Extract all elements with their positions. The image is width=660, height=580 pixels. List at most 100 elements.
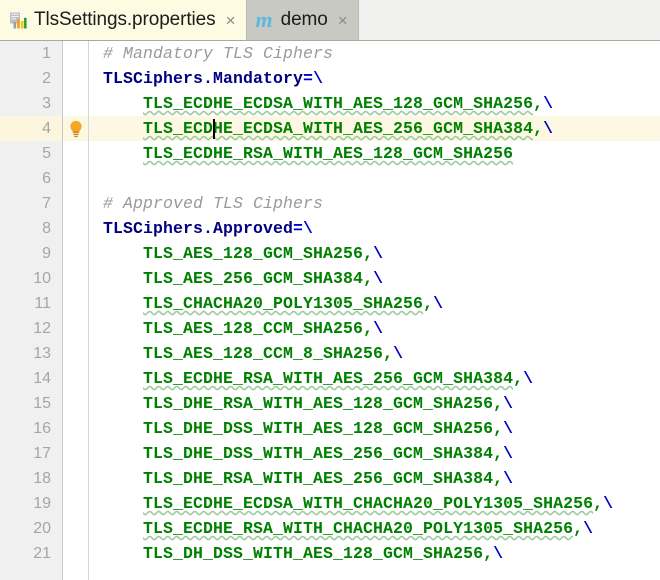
code-content-area[interactable]: # Mandatory TLS Ciphers TLSCiphers.Mandat… <box>89 41 660 580</box>
cipher-value-token: TLS_AES_128_CCM_SHA256 <box>143 319 364 338</box>
line-number: 8 <box>42 220 51 237</box>
gutter-marker-slot <box>63 141 88 166</box>
gutter-marker-slot <box>63 366 88 391</box>
cipher-value-token: TLS_AES_256_GCM_SHA384 <box>143 269 364 288</box>
tab-bar-filler <box>358 0 660 40</box>
code-line[interactable]: TLS_CHACHA20_POLY1305_SHA256,\ <box>89 291 660 316</box>
line-continuation-token: \ <box>503 444 514 463</box>
assign-operator-token: = <box>293 219 304 238</box>
code-line[interactable]: TLS_ECDHE_ECDSA_WITH_AES_128_GCM_SHA256,… <box>89 91 660 116</box>
comment-token: # Approved TLS Ciphers <box>103 194 324 213</box>
line-continuation-token: \ <box>493 544 504 563</box>
gutter-marker-slot <box>63 216 88 241</box>
gutter-marker-slot <box>63 66 88 91</box>
gutter-marker-slot <box>63 191 88 216</box>
cipher-value-token: TLS_DHE_DSS_WITH_AES_256_GCM_SHA384 <box>143 444 494 463</box>
code-line[interactable]: TLS_AES_128_CCM_SHA256,\ <box>89 316 660 341</box>
line-number: 16 <box>33 420 51 437</box>
code-line[interactable]: TLS_ECDHE_RSA_WITH_AES_128_GCM_SHA256 <box>89 141 660 166</box>
property-key-token: TLSCiphers.Approved <box>103 219 294 238</box>
code-line[interactable]: TLS_AES_128_GCM_SHA256,\ <box>89 241 660 266</box>
code-line[interactable]: TLSCiphers.Approved=\ <box>89 216 660 241</box>
code-line[interactable]: TLS_AES_128_CCM_8_SHA256,\ <box>89 341 660 366</box>
gutter-marker-slot <box>63 41 88 66</box>
comma-token: , <box>513 369 524 388</box>
comma-token: , <box>493 469 504 488</box>
line-continuation-token: \ <box>303 219 314 238</box>
comma-token: , <box>533 94 544 113</box>
line-number: 1 <box>42 45 51 62</box>
line-number: 5 <box>42 145 51 162</box>
line-number: 20 <box>33 520 51 537</box>
comma-token: , <box>593 494 604 513</box>
tab-label: demo <box>280 9 328 30</box>
code-line[interactable]: TLSCiphers.Mandatory=\ <box>89 66 660 91</box>
cipher-value-token: TLS_ECDHE_RSA_WITH_CHACHA20_POLY1305_SHA… <box>143 519 574 538</box>
comma-token: , <box>423 294 434 313</box>
code-line[interactable]: TLS_ECDHE_RSA_WITH_AES_256_GCM_SHA384,\ <box>89 366 660 391</box>
line-continuation-token: \ <box>543 119 554 138</box>
cipher-value-token: TLS_DHE_DSS_WITH_AES_128_GCM_SHA256 <box>143 419 494 438</box>
comma-token: , <box>483 544 494 563</box>
line-continuation-token: \ <box>373 319 384 338</box>
gutter-marker-slot <box>63 541 88 566</box>
cipher-value-token: TLS_CHACHA20_POLY1305_SHA256 <box>143 294 424 313</box>
code-line[interactable]: TLS_ECDHE_ECDSA_WITH_AES_256_GCM_SHA384,… <box>89 116 660 141</box>
line-continuation-token: \ <box>583 519 594 538</box>
comma-token: , <box>493 419 504 438</box>
line-number-gutter[interactable]: 1 2 3 4 5 6 7 8 9 10 11 12 13 14 15 16 17 18 19 20 21 <box>0 41 63 580</box>
line-continuation-token: \ <box>503 394 514 413</box>
code-line[interactable]: # Mandatory TLS Ciphers <box>89 41 660 66</box>
tab-tlssettings-properties[interactable]: TlsSettings.properties × <box>0 0 247 40</box>
code-line[interactable]: TLS_DHE_DSS_WITH_AES_256_GCM_SHA384,\ <box>89 441 660 466</box>
cipher-value-token: TLS_DHE_RSA_WITH_AES_256_GCM_SHA384 <box>143 469 494 488</box>
comma-token: , <box>383 344 394 363</box>
gutter-marker-slot <box>63 291 88 316</box>
cipher-value-token: TLS_ECDHE_ECDSA_WITH_AES_256_GCM_SHA384 <box>143 119 534 138</box>
gutter-marker-slot <box>63 416 88 441</box>
line-continuation-token: \ <box>373 269 384 288</box>
code-editor[interactable]: 1 2 3 4 5 6 7 8 9 10 11 12 13 14 15 16 17 18 19 20 21 # Mand… <box>0 41 660 580</box>
close-icon[interactable]: × <box>338 12 348 29</box>
gutter-marker-slot <box>63 391 88 416</box>
line-number: 10 <box>33 270 51 287</box>
code-line[interactable]: TLS_AES_256_GCM_SHA384,\ <box>89 266 660 291</box>
gutter-marker-slot <box>63 466 88 491</box>
code-line[interactable]: TLS_DH_DSS_WITH_AES_128_GCM_SHA256,\ <box>89 541 660 566</box>
cipher-value-token: TLS_AES_128_GCM_SHA256 <box>143 244 364 263</box>
line-number: 3 <box>42 95 51 112</box>
lightbulb-icon[interactable] <box>67 119 85 139</box>
code-line[interactable] <box>89 166 660 191</box>
line-number: 7 <box>42 195 51 212</box>
comma-token: , <box>493 444 504 463</box>
line-number: 9 <box>42 245 51 262</box>
line-number: 21 <box>33 545 51 562</box>
code-line[interactable]: TLS_DHE_DSS_WITH_AES_128_GCM_SHA256,\ <box>89 416 660 441</box>
cipher-value-token: TLS_DH_DSS_WITH_AES_128_GCM_SHA256 <box>143 544 484 563</box>
line-number: 6 <box>42 170 51 187</box>
gutter-marker-slot <box>63 441 88 466</box>
cipher-value-token: TLS_AES_128_CCM_8_SHA256 <box>143 344 384 363</box>
editor-tab-bar: TlsSettings.properties × m demo × <box>0 0 660 41</box>
code-line[interactable]: TLS_DHE_RSA_WITH_AES_256_GCM_SHA384,\ <box>89 466 660 491</box>
line-continuation-token: \ <box>543 94 554 113</box>
gutter-marker-slot <box>63 166 88 191</box>
gutter-marker-slot <box>63 316 88 341</box>
line-number: 15 <box>33 395 51 412</box>
code-line[interactable]: TLS_ECDHE_RSA_WITH_CHACHA20_POLY1305_SHA… <box>89 516 660 541</box>
line-continuation-token: \ <box>523 369 534 388</box>
code-line[interactable]: # Approved TLS Ciphers <box>89 191 660 216</box>
line-number: 17 <box>33 445 51 462</box>
gutter-marker-slot <box>63 491 88 516</box>
cipher-value-token: TLS_ECDHE_RSA_WITH_AES_256_GCM_SHA384 <box>143 369 514 388</box>
code-line[interactable]: TLS_DHE_RSA_WITH_AES_128_GCM_SHA256,\ <box>89 391 660 416</box>
gutter-marker-slot <box>63 266 88 291</box>
line-continuation-token: \ <box>373 244 384 263</box>
gutter-marker-slot <box>63 516 88 541</box>
code-line[interactable]: TLS_ECDHE_ECDSA_WITH_CHACHA20_POLY1305_S… <box>89 491 660 516</box>
close-icon[interactable]: × <box>226 12 236 29</box>
tab-demo[interactable]: m demo × <box>246 0 359 40</box>
line-continuation-token: \ <box>603 494 614 513</box>
cipher-value-token: TLS_ECDHE_ECDSA_WITH_CHACHA20_POLY1305_S… <box>143 494 594 513</box>
intention-marker-gutter[interactable] <box>63 41 89 580</box>
